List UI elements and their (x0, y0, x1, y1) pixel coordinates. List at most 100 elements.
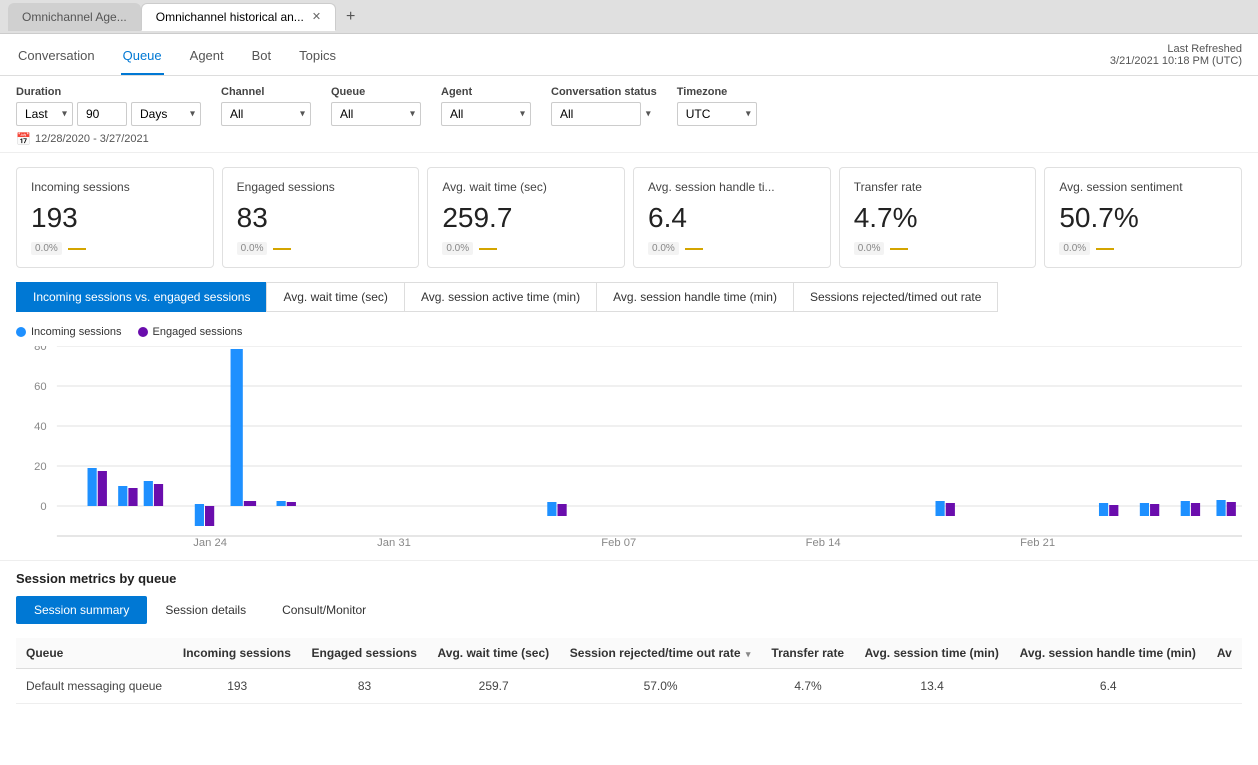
kpi-value-avg-wait: 259.7 (442, 202, 610, 234)
kpi-footer-transfer: 0.0% (854, 242, 1022, 255)
queue-label: Queue (331, 86, 421, 98)
refresh-time: 10:18 PM (UTC) (1162, 55, 1242, 67)
duration-unit-select[interactable]: Days (131, 102, 201, 126)
cell-avg-wait: 259.7 (428, 669, 560, 704)
chart-tabs: Incoming sessions vs. engaged sessions A… (16, 282, 1242, 312)
channel-select[interactable]: All (221, 102, 311, 126)
nav-tab-queue[interactable]: Queue (121, 42, 164, 75)
nav-tab-topics[interactable]: Topics (297, 42, 338, 75)
table-row: Default messaging queue 193 83 259.7 57.… (16, 669, 1242, 704)
col-header-avg-session: Avg. session time (min) (855, 638, 1010, 669)
kpi-trend-line-avg-handle (685, 248, 703, 250)
session-summary-table: Queue Incoming sessions Engaged sessions… (16, 638, 1242, 704)
kpi-card-avg-wait: Avg. wait time (sec) 259.7 0.0% (427, 167, 625, 268)
col-header-engaged: Engaged sessions (302, 638, 428, 669)
chart-tab-incoming-vs-engaged[interactable]: Incoming sessions vs. engaged sessions (16, 282, 267, 312)
duration-value-input[interactable] (77, 102, 127, 126)
cell-transfer: 4.7% (761, 669, 854, 704)
kpi-trend-line-incoming (68, 248, 86, 250)
browser-tab-bar: Omnichannel Age... Omnichannel historica… (0, 0, 1258, 34)
kpi-value-sentiment: 50.7% (1059, 202, 1227, 234)
last-refreshed-section: Last Refreshed 3/21/2021 10:18 PM (UTC) (1110, 43, 1242, 75)
agent-select[interactable]: All (441, 102, 531, 126)
filter-duration: Duration Last Days (16, 86, 201, 126)
sub-tab-session-summary[interactable]: Session summary (16, 596, 147, 624)
col-header-transfer: Transfer rate (761, 638, 854, 669)
browser-tab-add-icon[interactable]: + (340, 6, 361, 28)
kpi-footer-sentiment: 0.0% (1059, 242, 1227, 255)
kpi-footer-incoming: 0.0% (31, 242, 199, 255)
kpi-title-avg-handle: Avg. session handle ti... (648, 180, 816, 194)
chart-section: Incoming sessions vs. engaged sessions A… (0, 282, 1258, 560)
col-header-rejected: Session rejected/time out rate ▾ (560, 638, 762, 669)
kpi-change-avg-wait: 0.0% (442, 242, 473, 255)
nav-tabs: Conversation Queue Agent Bot Topics (16, 42, 338, 75)
kpi-title-sentiment: Avg. session sentiment (1059, 180, 1227, 194)
browser-tab-active-label: Omnichannel historical an... (156, 10, 304, 24)
col-header-avg-handle: Avg. session handle time (min) (1010, 638, 1207, 669)
duration-type-wrapper: Last (16, 102, 73, 126)
kpi-value-engaged: 83 (237, 202, 405, 234)
svg-text:60: 60 (34, 381, 46, 393)
queue-select[interactable]: All (331, 102, 421, 126)
kpi-card-incoming-sessions: Incoming sessions 193 0.0% (16, 167, 214, 268)
browser-tab-inactive[interactable]: Omnichannel Age... (8, 3, 141, 31)
svg-text:40: 40 (34, 421, 46, 433)
svg-text:Jan 31: Jan 31 (377, 537, 411, 546)
chart-area: 80 60 40 20 0 (16, 346, 1242, 546)
top-nav: Conversation Queue Agent Bot Topics Last… (0, 34, 1258, 76)
kpi-trend-line-transfer (890, 248, 908, 250)
nav-tab-agent[interactable]: Agent (188, 42, 226, 75)
browser-tab-close-icon[interactable]: ✕ (312, 10, 321, 23)
filter-queue: Queue All (331, 86, 421, 126)
chart-tab-avg-active-time[interactable]: Avg. session active time (min) (404, 282, 597, 312)
table-header-row: Queue Incoming sessions Engaged sessions… (16, 638, 1242, 669)
filters-section: Duration Last Days Chann (0, 76, 1258, 153)
nav-tab-conversation[interactable]: Conversation (16, 42, 97, 75)
col-header-queue: Queue (16, 638, 173, 669)
sort-icon-rejected[interactable]: ▾ (746, 649, 751, 659)
chart-tab-rejected-rate[interactable]: Sessions rejected/timed out rate (793, 282, 998, 312)
cell-queue: Default messaging queue (16, 669, 173, 704)
kpi-change-avg-handle: 0.0% (648, 242, 679, 255)
col-header-av: Av (1207, 638, 1242, 669)
cell-av (1207, 669, 1242, 704)
kpi-footer-engaged: 0.0% (237, 242, 405, 255)
kpi-title-avg-wait: Avg. wait time (sec) (442, 180, 610, 194)
sub-tab-session-details[interactable]: Session details (147, 596, 264, 624)
browser-tab-active[interactable]: Omnichannel historical an... ✕ (141, 3, 336, 31)
sub-tab-consult-monitor[interactable]: Consult/Monitor (264, 596, 384, 624)
kpi-card-engaged-sessions: Engaged sessions 83 0.0% (222, 167, 420, 268)
timezone-wrapper: UTC (677, 102, 757, 126)
cell-rejected: 57.0% (560, 669, 762, 704)
channel-label: Channel (221, 86, 311, 98)
agent-wrapper: All (441, 102, 531, 126)
kpi-footer-avg-wait: 0.0% (442, 242, 610, 255)
legend-label-engaged: Engaged sessions (153, 326, 243, 338)
kpi-change-incoming: 0.0% (31, 242, 62, 255)
nav-tab-bot[interactable]: Bot (250, 42, 274, 75)
duration-unit-wrapper: Days (131, 102, 201, 126)
chart-tab-avg-wait[interactable]: Avg. wait time (sec) (266, 282, 404, 312)
kpi-value-incoming: 193 (31, 202, 199, 234)
duration-type-select[interactable]: Last (16, 102, 73, 126)
svg-text:0: 0 (40, 501, 46, 513)
kpi-trend-line-avg-wait (479, 248, 497, 250)
chart-tab-avg-handle-time[interactable]: Avg. session handle time (min) (596, 282, 794, 312)
last-refreshed-label: Last Refreshed (1110, 43, 1242, 55)
chart-legend: Incoming sessions Engaged sessions (16, 326, 1242, 338)
kpi-change-engaged: 0.0% (237, 242, 268, 255)
kpi-card-transfer-rate: Transfer rate 4.7% 0.0% (839, 167, 1037, 268)
filters-row: Duration Last Days Chann (16, 86, 1242, 126)
duration-label: Duration (16, 86, 201, 98)
kpi-trend-line-sentiment (1096, 248, 1114, 250)
svg-text:20: 20 (34, 461, 46, 473)
legend-dot-engaged (138, 327, 148, 337)
conversation-status-wrapper: All (551, 102, 657, 126)
timezone-select[interactable]: UTC (677, 102, 757, 126)
timezone-label: Timezone (677, 86, 757, 98)
date-range: 📅 12/28/2020 - 3/27/2021 (16, 132, 1242, 146)
conversation-status-select[interactable]: All (551, 102, 641, 126)
cell-engaged: 83 (302, 669, 428, 704)
refresh-datetime: 3/21/2021 10:18 PM (UTC) (1110, 55, 1242, 67)
